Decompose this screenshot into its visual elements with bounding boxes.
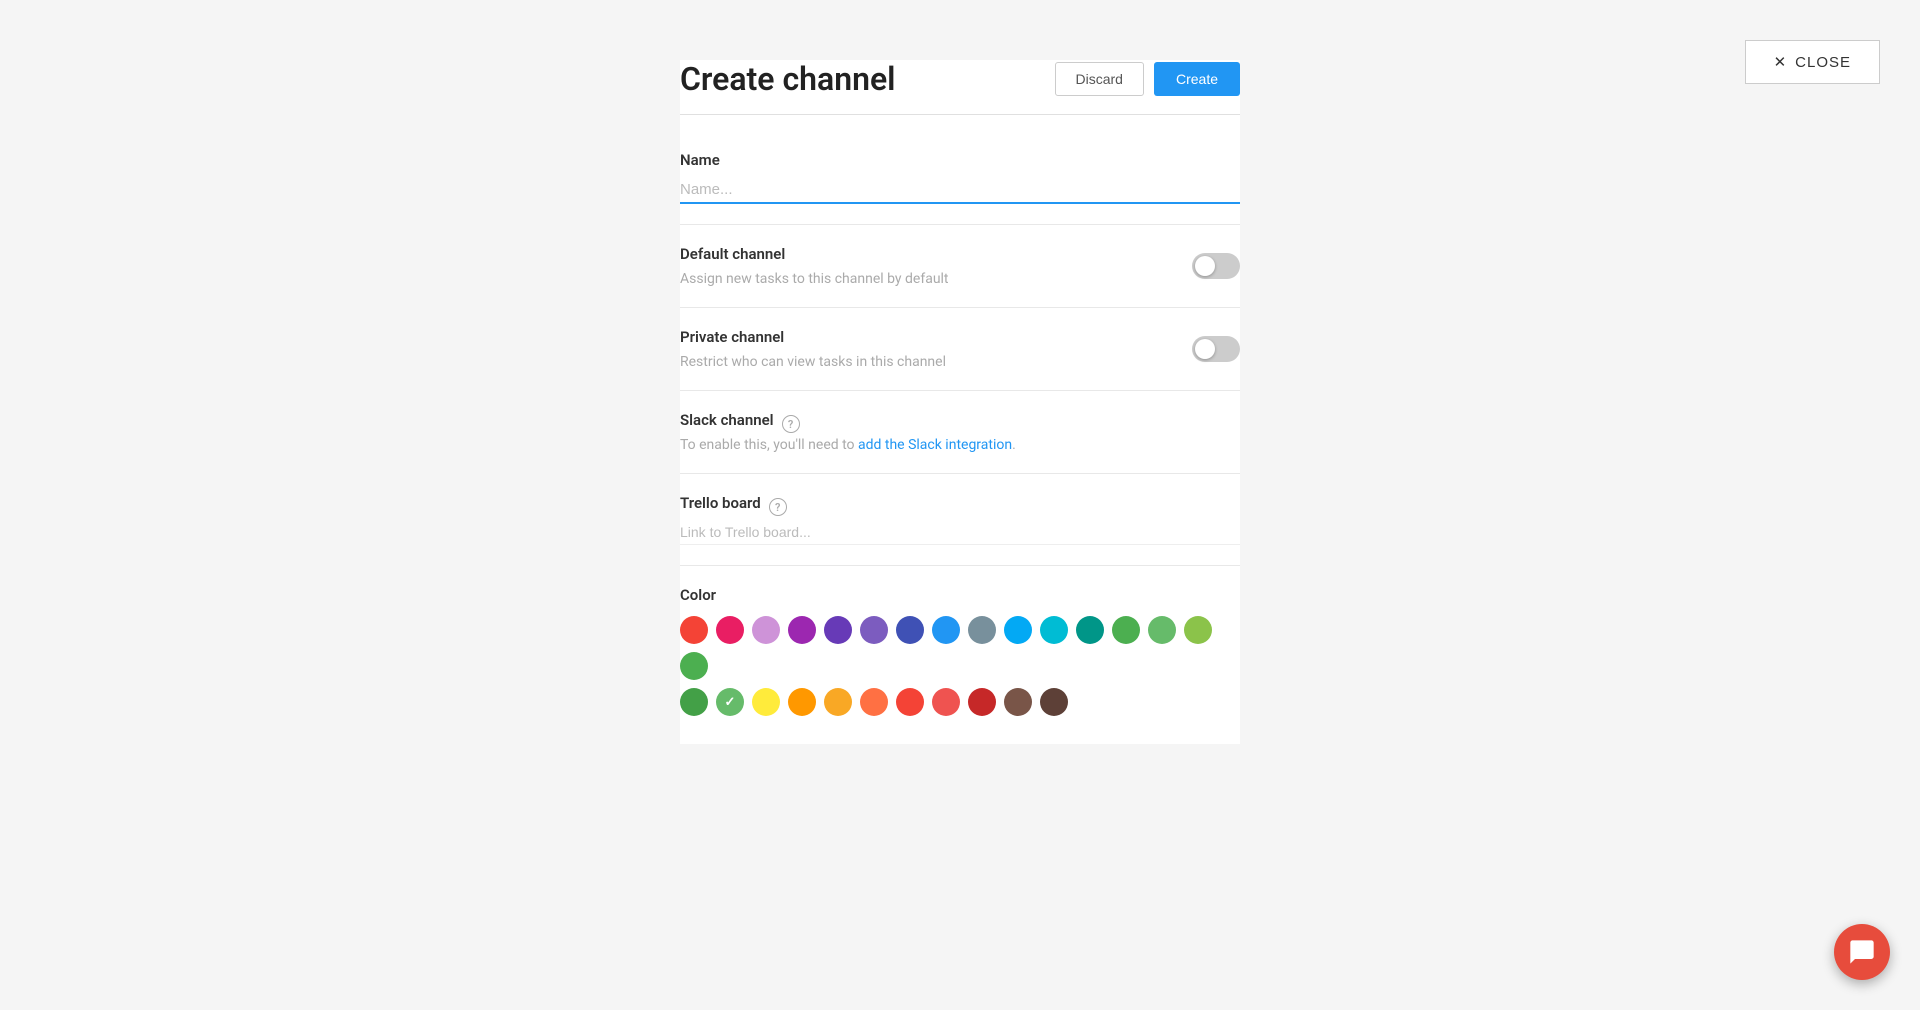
chat-icon (1848, 938, 1876, 966)
color-section: Color (680, 566, 1240, 744)
color-dot[interactable] (968, 688, 996, 716)
default-channel-toggle[interactable] (1192, 253, 1240, 279)
private-channel-label: Private channel (680, 328, 946, 346)
close-x-icon: ✕ (1774, 53, 1788, 71)
default-channel-thumb (1195, 256, 1215, 276)
form-header: Create channel Discard Create (680, 60, 1240, 115)
discard-button[interactable]: Discard (1055, 62, 1144, 96)
color-dot[interactable] (680, 688, 708, 716)
color-label: Color (680, 586, 1240, 604)
slack-help-icon[interactable]: ? (782, 415, 800, 433)
color-dot[interactable] (1004, 688, 1032, 716)
default-channel-row: Default channel Assign new tasks to this… (680, 245, 1240, 287)
color-dot[interactable] (860, 616, 888, 644)
name-section: Name (680, 131, 1240, 225)
color-dot[interactable] (1076, 616, 1104, 644)
color-dot[interactable] (1148, 616, 1176, 644)
private-channel-left: Private channel Restrict who can view ta… (680, 328, 946, 370)
color-dot[interactable] (788, 616, 816, 644)
color-dot[interactable] (716, 616, 744, 644)
page-container: ✕ CLOSE Create channel Discard Create Na… (0, 0, 1920, 1010)
color-row-1 (680, 616, 1240, 680)
color-row-2 (680, 688, 1240, 716)
default-channel-left: Default channel Assign new tasks to this… (680, 245, 949, 287)
color-dot[interactable] (1040, 688, 1068, 716)
chat-support-button[interactable] (1834, 924, 1890, 980)
trello-board-section: Trello board ? (680, 474, 1240, 566)
color-dot[interactable] (752, 688, 780, 716)
private-channel-toggle[interactable] (1192, 336, 1240, 362)
color-dot[interactable] (824, 688, 852, 716)
color-dot[interactable] (896, 616, 924, 644)
color-dot[interactable] (896, 688, 924, 716)
trello-label-row: Trello board ? (680, 494, 1240, 520)
color-dot[interactable] (680, 652, 708, 680)
default-channel-track (1192, 253, 1240, 279)
header-actions: Discard Create (1055, 62, 1241, 96)
slack-channel-section: Slack channel ? To enable this, you'll n… (680, 391, 1240, 474)
color-dot[interactable] (932, 616, 960, 644)
slack-label-row: Slack channel ? (680, 411, 1240, 437)
color-dot[interactable] (824, 616, 852, 644)
color-dot[interactable] (1184, 616, 1212, 644)
color-dot[interactable] (968, 616, 996, 644)
private-channel-track (1192, 336, 1240, 362)
color-dot[interactable] (716, 688, 744, 716)
default-channel-section: Default channel Assign new tasks to this… (680, 225, 1240, 308)
close-label: CLOSE (1795, 54, 1851, 71)
create-button[interactable]: Create (1154, 62, 1240, 96)
form-title: Create channel (680, 60, 895, 98)
default-channel-description: Assign new tasks to this channel by defa… (680, 271, 949, 287)
color-dot[interactable] (1040, 616, 1068, 644)
private-channel-thumb (1195, 339, 1215, 359)
private-channel-section: Private channel Restrict who can view ta… (680, 308, 1240, 391)
close-button[interactable]: ✕ CLOSE (1745, 40, 1880, 84)
color-dot[interactable] (1004, 616, 1032, 644)
trello-help-icon[interactable]: ? (769, 498, 787, 516)
trello-board-label: Trello board (680, 494, 761, 512)
default-channel-label: Default channel (680, 245, 949, 263)
color-dot[interactable] (788, 688, 816, 716)
color-dot[interactable] (752, 616, 780, 644)
slack-description-prefix: To enable this, you'll need to (680, 437, 858, 453)
color-dot[interactable] (680, 616, 708, 644)
color-dot[interactable] (1112, 616, 1140, 644)
color-dot[interactable] (860, 688, 888, 716)
color-dot[interactable] (932, 688, 960, 716)
slack-description: To enable this, you'll need to add the S… (680, 437, 1240, 453)
slack-channel-label: Slack channel (680, 411, 774, 429)
slack-description-suffix: . (1012, 437, 1016, 453)
name-input[interactable] (680, 177, 1240, 204)
trello-input[interactable] (680, 520, 1240, 545)
private-channel-row: Private channel Restrict who can view ta… (680, 328, 1240, 370)
private-channel-description: Restrict who can view tasks in this chan… (680, 354, 946, 370)
create-channel-form: Create channel Discard Create Name Defau… (680, 60, 1240, 744)
name-label: Name (680, 151, 1240, 169)
slack-integration-link[interactable]: add the Slack integration (858, 437, 1012, 453)
